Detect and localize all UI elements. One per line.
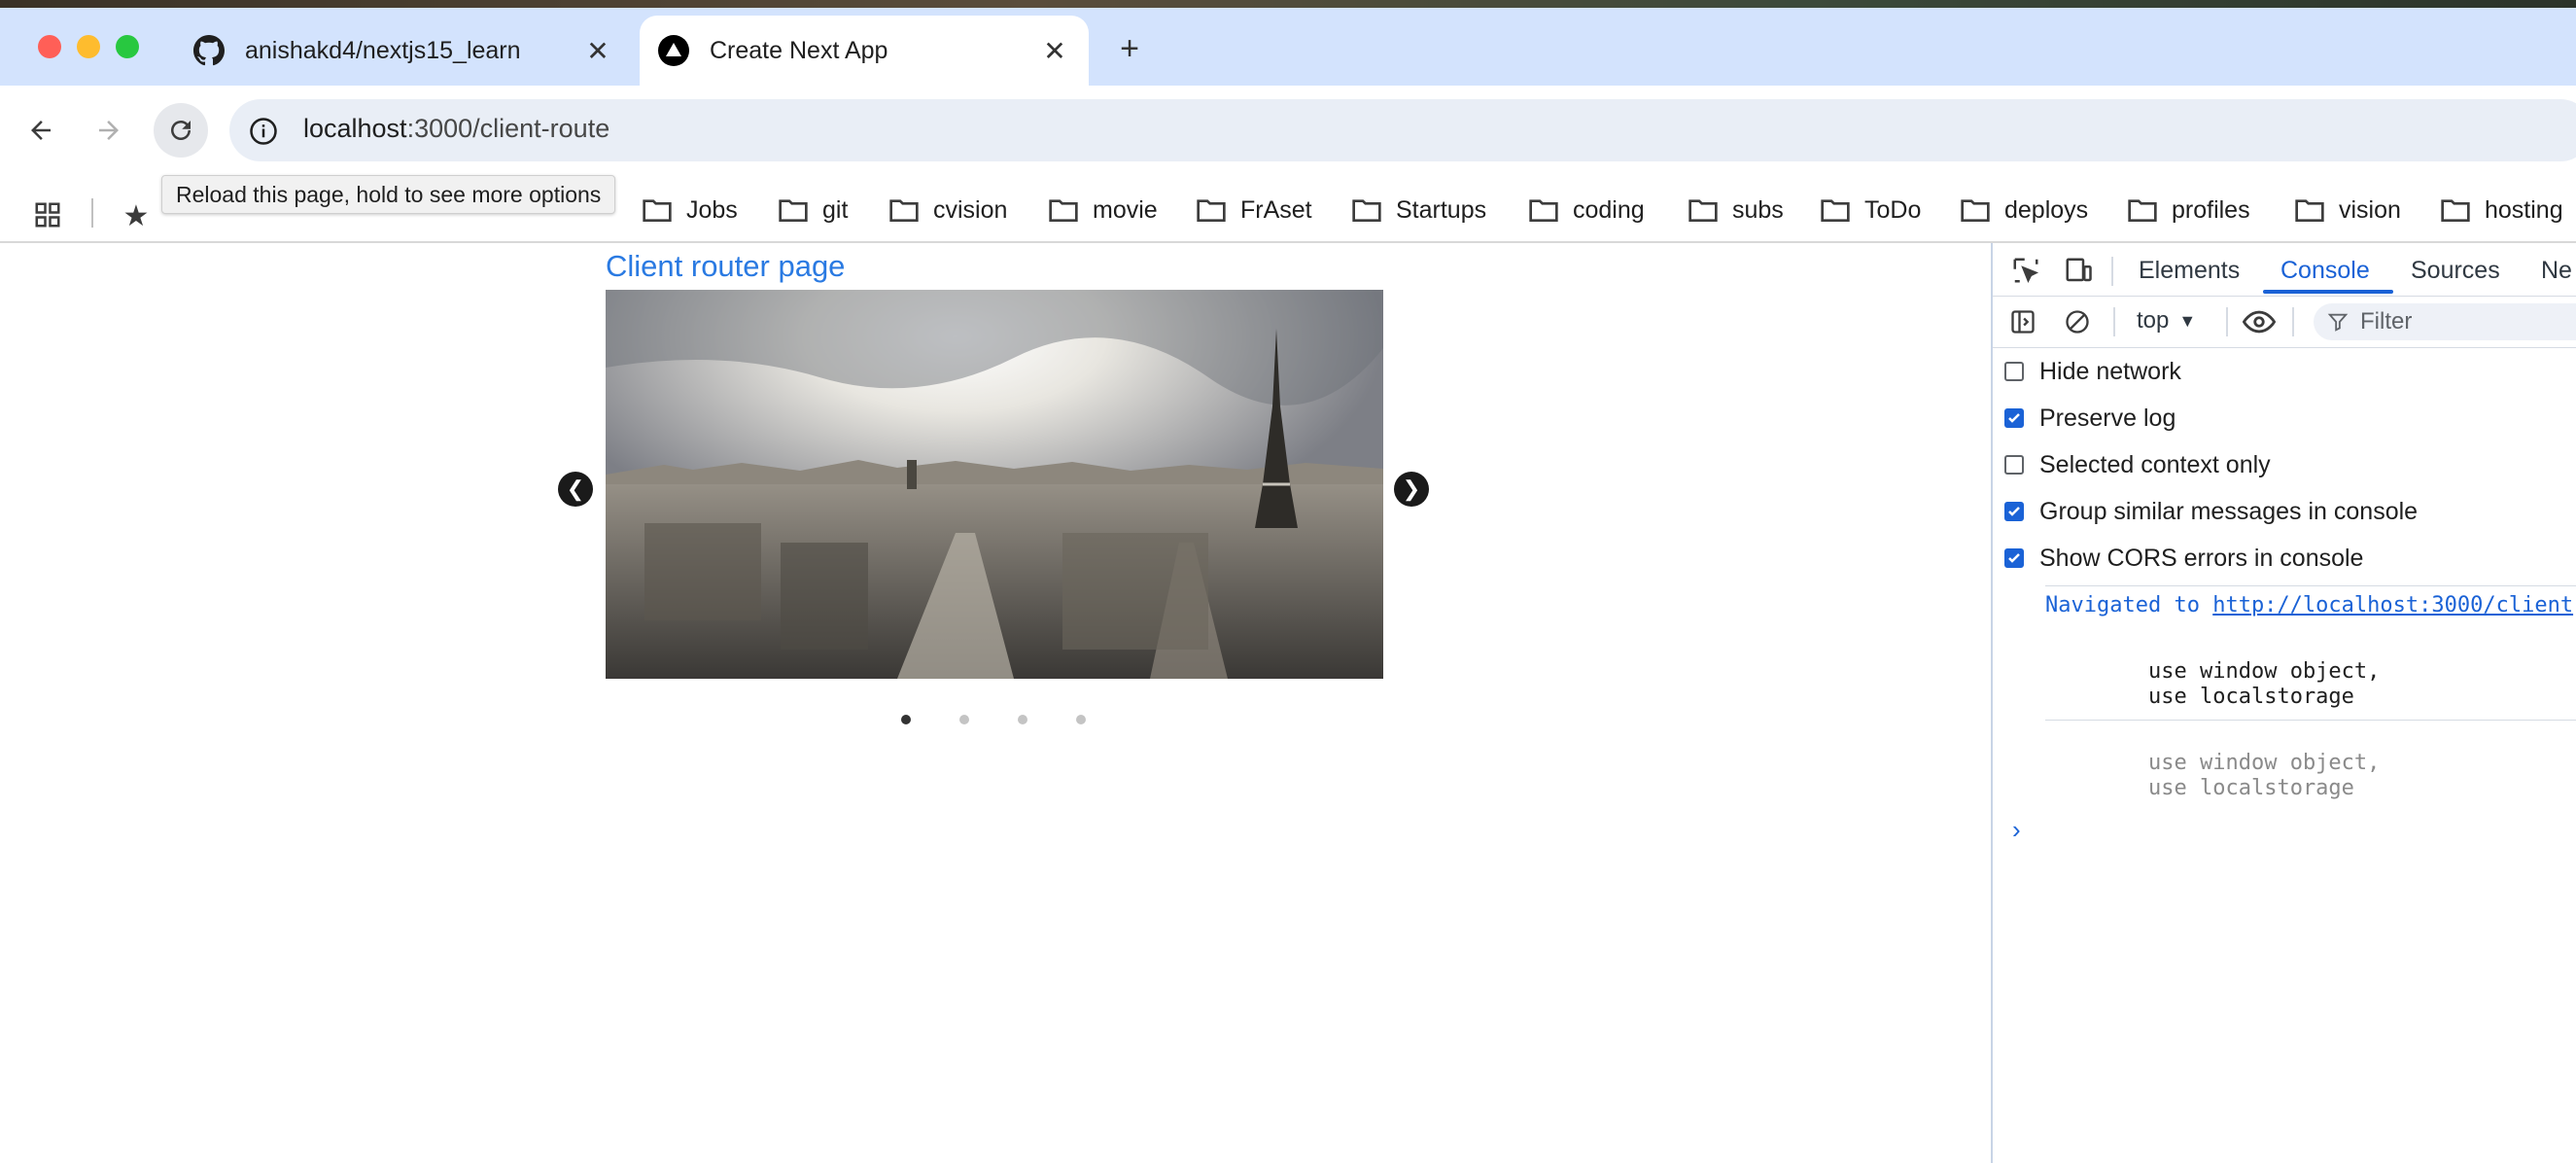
reload-button[interactable] [154, 103, 208, 158]
active-tab-indicator [2263, 290, 2393, 294]
tab-create-next-app[interactable]: Create Next App ✕ [640, 16, 1089, 86]
tab-console[interactable]: Console [2280, 257, 2370, 285]
console-prompt-icon[interactable]: › [2012, 815, 2021, 845]
inspect-element-icon[interactable] [2008, 253, 2043, 288]
dropdown-caret-icon: ▼ [2178, 310, 2197, 331]
page-title: Client router page [606, 249, 846, 283]
folder-icon [1529, 199, 1558, 222]
folder-icon [643, 199, 672, 222]
console-navigated-message: Navigated to http://localhost:3000/clien… [2045, 593, 2574, 617]
folder-icon [1197, 199, 1226, 222]
next-arrow-icon: ❯ [1402, 476, 1421, 501]
checkbox-unchecked[interactable] [2004, 362, 2024, 381]
reload-tooltip: Reload this page, hold to see more optio… [161, 175, 616, 214]
sidebar-toggle-icon[interactable] [2006, 305, 2039, 338]
tab-elements[interactable]: Elements [2139, 257, 2240, 285]
maximize-window-button[interactable] [116, 35, 139, 58]
checkbox-checked[interactable] [2004, 502, 2024, 521]
option-hide-network[interactable]: Hide network [2004, 355, 2181, 388]
bookmark-folder-cvision[interactable]: cvision [888, 191, 1007, 229]
url-text[interactable]: localhost:3000/client-route [303, 114, 609, 144]
checkbox-unchecked[interactable] [2004, 455, 2024, 475]
devtools-separator [2111, 257, 2113, 286]
bookmark-folder-todo[interactable]: ToDo [1820, 191, 1921, 229]
minimize-window-button[interactable] [77, 35, 100, 58]
tab-network[interactable]: Ne [2541, 257, 2572, 285]
console-log-message-repeat: use window object, use localstorage [2148, 751, 2381, 800]
tab-label: anishakd4/nextjs15_learn [245, 36, 521, 64]
prev-arrow-icon: ❮ [566, 476, 585, 501]
bookmark-folder-subs[interactable]: subs [1688, 191, 1784, 229]
console-divider [2045, 720, 2576, 721]
tab-sources[interactable]: Sources [2411, 257, 2500, 285]
tab-label: Create Next App [710, 36, 888, 64]
folder-icon [1821, 199, 1850, 222]
console-filter-input[interactable]: Filter [2314, 303, 2576, 340]
carousel-dot-4[interactable] [1076, 715, 1086, 724]
carousel-dot-2[interactable] [959, 715, 969, 724]
bookmark-folder-movie[interactable]: movie [1048, 191, 1158, 229]
bookmark-folder-hosting[interactable]: hosting [2440, 191, 2563, 229]
bookmark-folder-deploys[interactable]: deploys [1960, 191, 2088, 229]
carousel-prev-button[interactable]: ❮ [558, 472, 593, 507]
console-divider [2045, 585, 2576, 586]
nextjs-icon [657, 34, 690, 67]
bookmark-folder-fraset[interactable]: FrAset [1196, 191, 1312, 229]
filter-icon [2327, 313, 2349, 332]
back-button[interactable] [14, 103, 68, 158]
devtools-separator [2113, 307, 2115, 336]
forward-button[interactable] [82, 103, 136, 158]
option-group-similar[interactable]: Group similar messages in console [2004, 495, 2418, 528]
bookmark-folder-vision[interactable]: vision [2294, 191, 2401, 229]
option-preserve-log[interactable]: Preserve log [2004, 402, 2176, 435]
option-show-cors-errors[interactable]: Show CORS errors in console [2004, 542, 2363, 575]
close-window-button[interactable] [38, 35, 61, 58]
checkbox-checked[interactable] [2004, 408, 2024, 428]
bookmark-folder-coding[interactable]: coding [1528, 191, 1645, 229]
carousel-dot-1[interactable] [901, 715, 911, 724]
desktop-strip [0, 0, 2576, 8]
folder-icon [1688, 199, 1718, 222]
device-toolbar-icon[interactable] [2061, 253, 2096, 288]
option-selected-context-only[interactable]: Selected context only [2004, 448, 2271, 481]
console-log-message: use window object, use localstorage [2148, 659, 2381, 709]
carousel-dot-3[interactable] [1018, 715, 1027, 724]
live-expression-eye-icon[interactable] [2240, 305, 2279, 338]
bookmark-folder-startups[interactable]: Startups [1351, 191, 1486, 229]
clear-console-icon[interactable] [2061, 305, 2094, 338]
folder-icon [2441, 199, 2470, 222]
folder-icon [2128, 199, 2157, 222]
bookmarks-divider [91, 198, 93, 228]
site-info-icon[interactable] [247, 115, 280, 148]
bookmark-folder-jobs[interactable]: Jobs [642, 191, 738, 229]
forward-arrow-icon [99, 121, 119, 140]
reload-icon [171, 121, 191, 140]
folder-icon [1352, 199, 1381, 222]
star-icon[interactable]: ★ [119, 198, 154, 233]
bookmark-folder-profiles[interactable]: profiles [2127, 191, 2250, 229]
close-tab-icon[interactable]: ✕ [1040, 36, 1069, 66]
bookmark-folder-git[interactable]: git [778, 191, 848, 229]
devtools-separator [2292, 307, 2294, 336]
context-selector[interactable]: top ▼ [2137, 307, 2196, 335]
carousel-next-button[interactable]: ❯ [1394, 472, 1429, 507]
folder-icon [1961, 199, 1990, 222]
close-tab-icon[interactable]: ✕ [583, 36, 612, 66]
back-arrow-icon [31, 121, 51, 140]
carousel-slide-image [606, 290, 1383, 679]
folder-icon [889, 199, 919, 222]
tab-github[interactable]: anishakd4/nextjs15_learn ✕ [175, 16, 632, 86]
devtools-separator [2226, 307, 2228, 336]
github-icon [192, 34, 226, 67]
folder-icon [779, 199, 808, 222]
new-tab-button[interactable]: + [1108, 27, 1151, 70]
folder-icon [2295, 199, 2324, 222]
apps-grid-icon[interactable] [27, 194, 68, 235]
checkbox-checked[interactable] [2004, 548, 2024, 568]
folder-icon [1049, 199, 1078, 222]
navigated-url-link[interactable]: http://localhost:3000/client [2212, 593, 2573, 617]
